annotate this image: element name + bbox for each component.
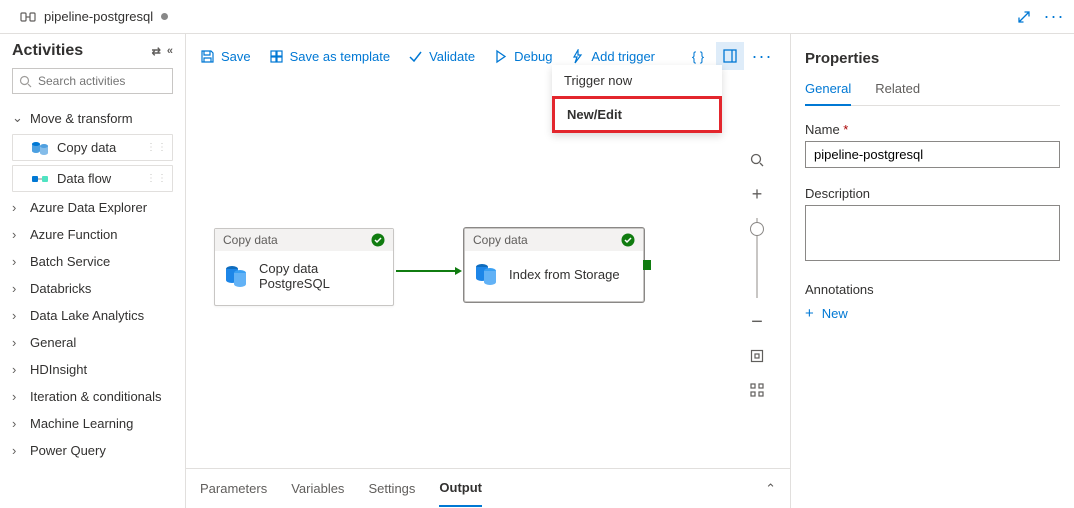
activity-type: Copy data <box>223 233 278 247</box>
tab-bar: pipeline-postgresql ··· <box>0 0 1074 34</box>
save-button[interactable]: Save <box>200 49 251 64</box>
group-power-query[interactable]: ›Power Query <box>12 437 173 464</box>
chevron-down-icon: ⌄ <box>12 110 24 126</box>
unsaved-dot-icon <box>161 13 168 20</box>
properties-tab-related[interactable]: Related <box>875 81 920 105</box>
pipeline-icon <box>20 9 36 25</box>
group-azure-data-explorer[interactable]: ›Azure Data Explorer <box>12 194 173 221</box>
expand-panel-button[interactable]: ⌃ <box>765 481 776 497</box>
auto-align-button[interactable] <box>743 376 771 404</box>
group-move-transform[interactable]: ⌄ Move & transform <box>12 104 173 132</box>
name-label: Name <box>805 122 1060 137</box>
status-valid-icon <box>371 233 385 247</box>
expand-icon[interactable] <box>1010 3 1038 31</box>
activities-sidebar: Activities ⇄ « ⌄ Move & transform <box>0 34 186 508</box>
pipeline-canvas[interactable]: Copy data Copy data PostgreSQL <box>186 78 790 468</box>
add-annotation-button[interactable]: + New <box>805 305 1060 322</box>
copy-data-icon <box>223 263 249 289</box>
fit-to-screen-button[interactable] <box>743 342 771 370</box>
chevron-right-icon: › <box>12 200 24 215</box>
status-valid-icon <box>621 233 635 247</box>
chevron-right-icon: › <box>12 443 24 458</box>
zoom-thumb[interactable] <box>750 222 764 236</box>
chevron-right-icon: › <box>12 362 24 377</box>
validate-button[interactable]: Validate <box>408 49 475 64</box>
zoom-in-button[interactable]: + <box>743 180 771 208</box>
sidebar-title: Activities <box>12 42 83 60</box>
group-general[interactable]: ›General <box>12 329 173 356</box>
chevron-right-icon: › <box>12 389 24 404</box>
drag-handle-icon[interactable]: ⋮⋮ <box>146 142 168 153</box>
properties-title: Properties <box>805 50 1060 67</box>
add-trigger-button[interactable]: Add trigger <box>570 49 655 64</box>
group-databricks[interactable]: ›Databricks <box>12 275 173 302</box>
group-hdinsight[interactable]: ›HDInsight <box>12 356 173 383</box>
chevron-right-icon: › <box>12 416 24 431</box>
tab-settings[interactable]: Settings <box>368 471 415 506</box>
annotations-label: Annotations <box>805 282 1060 297</box>
group-data-lake-analytics[interactable]: ›Data Lake Analytics <box>12 302 173 329</box>
drag-handle-icon[interactable]: ⋮⋮ <box>146 173 168 184</box>
tab-title: pipeline-postgresql <box>44 9 153 24</box>
output-handle[interactable] <box>643 260 651 270</box>
chevron-right-icon: › <box>12 308 24 323</box>
group-azure-function[interactable]: ›Azure Function <box>12 221 173 248</box>
activity-node-index-storage[interactable]: Copy data Index from Storage <box>464 228 644 302</box>
activity-name: Copy data PostgreSQL <box>259 261 385 291</box>
activity-type: Copy data <box>473 233 528 247</box>
more-icon[interactable]: ··· <box>1040 3 1068 31</box>
chevron-right-icon: › <box>12 254 24 269</box>
zoom-slider[interactable] <box>756 218 758 298</box>
success-connector[interactable] <box>396 270 460 272</box>
name-input[interactable] <box>805 141 1060 168</box>
collapse-sidebar-icon[interactable]: « <box>167 45 173 58</box>
chevron-right-icon: › <box>12 227 24 242</box>
canvas-column: Save Save as template Validate Debug Add… <box>186 34 790 508</box>
group-machine-learning[interactable]: ›Machine Learning <box>12 410 173 437</box>
chevron-right-icon: › <box>12 335 24 350</box>
properties-tab-general[interactable]: General <box>805 81 851 106</box>
description-input[interactable] <box>805 205 1060 261</box>
tab-variables[interactable]: Variables <box>291 471 344 506</box>
tab-parameters[interactable]: Parameters <box>200 471 267 506</box>
group-iteration-conditionals[interactable]: ›Iteration & conditionals <box>12 383 173 410</box>
zoom-out-button[interactable]: − <box>743 308 771 336</box>
canvas-search-button[interactable] <box>743 146 771 174</box>
activity-node-copy-postgresql[interactable]: Copy data Copy data PostgreSQL <box>214 228 394 306</box>
trigger-now-item[interactable]: Trigger now <box>552 65 722 96</box>
pipeline-tab[interactable]: pipeline-postgresql <box>6 0 182 33</box>
search-icon <box>19 75 32 88</box>
activity-copy-data[interactable]: Copy data ⋮⋮ <box>12 134 173 161</box>
debug-button[interactable]: Debug <box>493 49 552 64</box>
description-label: Description <box>805 186 1060 201</box>
trigger-new-edit-item[interactable]: New/Edit <box>552 96 722 133</box>
search-input[interactable] <box>38 74 186 88</box>
bottom-panel: Parameters Variables Settings Output ⌃ <box>186 468 790 508</box>
chevron-right-icon: › <box>12 281 24 296</box>
save-as-template-button[interactable]: Save as template <box>269 49 390 64</box>
group-batch-service[interactable]: ›Batch Service <box>12 248 173 275</box>
canvas-controls: + − <box>742 146 772 404</box>
plus-icon: + <box>805 305 814 322</box>
properties-panel: Properties General Related Name Descript… <box>790 34 1074 508</box>
activity-name: Index from Storage <box>509 267 620 282</box>
filter-icon[interactable]: ⇄ <box>152 45 161 58</box>
tab-output[interactable]: Output <box>439 470 482 507</box>
trigger-menu: Trigger now New/Edit <box>552 65 722 133</box>
toolbar-more-button[interactable]: ··· <box>748 42 776 70</box>
search-activities[interactable] <box>12 68 173 94</box>
copy-data-icon <box>31 141 49 155</box>
data-flow-icon <box>31 172 49 186</box>
activity-data-flow[interactable]: Data flow ⋮⋮ <box>12 165 173 192</box>
copy-data-icon <box>473 261 499 287</box>
